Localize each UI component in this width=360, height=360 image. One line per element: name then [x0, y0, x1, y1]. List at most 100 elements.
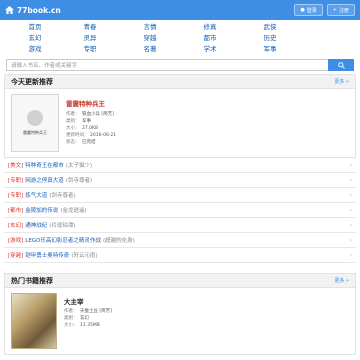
item-tag: [游戏]: [8, 238, 24, 244]
nav-item[interactable]: 历史: [240, 33, 300, 43]
search-icon: [337, 61, 345, 69]
list-item[interactable]: [都市] 金陵加的传说 (金龙逍遥) ›: [4, 203, 356, 218]
item-title[interactable]: 炼气大道: [25, 191, 47, 199]
login-button[interactable]: ● 登录: [294, 4, 323, 16]
category-nav: 首页 青春 言情 修真 武侠 玄幻 灵异 穿越 都市 历史 游戏 专职 名著 学…: [0, 20, 360, 56]
update-list: [美文] 特种奇王在都市 (太子猫少) › [专职] 网游之停真大道 (剑寺尊者) › [专…: [4, 158, 356, 263]
book-cover[interactable]: 雷霆特种兵王: [11, 94, 59, 152]
book-info: 雷霆特种兵王 作者： 铁血小兵 [简芳] 类别： 军事 大小： 27.0KB 更新时间…: [66, 94, 349, 152]
updated-label: 更新时间：: [66, 133, 89, 138]
size-value: 11.35MB: [80, 323, 100, 328]
item-author: (剑寺尊者): [49, 193, 76, 199]
search-input[interactable]: 请输入书名、作者或关键字: [6, 59, 328, 71]
nav-item[interactable]: 学术: [180, 44, 240, 54]
book-cover[interactable]: [11, 293, 57, 349]
item-author: (超越的化身): [102, 238, 135, 244]
item-tag: [穿越]: [8, 253, 24, 259]
nav-item[interactable]: 首页: [0, 22, 60, 32]
item-tag: [专职]: [8, 193, 24, 199]
section-title: 今天更新推荐: [11, 77, 53, 86]
author-value: 铁血小兵 [简芳]: [82, 112, 114, 117]
nav-item[interactable]: 言情: [120, 22, 180, 32]
plus-icon: +: [332, 7, 337, 13]
top-header: 77book.cn ● 登录 + 注册: [0, 0, 360, 20]
nav-item[interactable]: 游戏: [0, 44, 60, 54]
category-value: 军事: [82, 119, 91, 124]
nav-item[interactable]: 修真: [180, 22, 240, 32]
author-label: 作者：: [64, 309, 78, 314]
nav-item[interactable]: 名著: [120, 44, 180, 54]
book-title[interactable]: 大主宰: [64, 296, 349, 306]
category-value: 玄幻: [80, 316, 89, 321]
chevron-right-icon: ›: [349, 191, 352, 199]
section-header: 今天更新推荐 更多 »: [5, 75, 355, 89]
featured-book[interactable]: 大主宰 作者： 天蚕土豆 [简芳] 类别： 玄幻 大小： 11.35MB: [5, 288, 355, 354]
author-value: 天蚕土豆 [简芳]: [80, 309, 112, 314]
size-value: 27.0KB: [82, 126, 99, 131]
chevron-right-icon: ›: [349, 161, 352, 169]
chevron-right-icon: ›: [349, 236, 352, 244]
size-label: 大小：: [64, 323, 78, 328]
book-title[interactable]: 雷霆特种兵王: [66, 98, 349, 108]
cover-text: 雷霆特种兵王: [23, 130, 47, 135]
updated-value: 2016-06-21: [90, 133, 117, 138]
chevron-right-icon: ›: [349, 221, 352, 229]
list-item[interactable]: [专职] 网游之停真大道 (剑寺尊者) ›: [4, 173, 356, 188]
size-label: 大小：: [66, 126, 80, 131]
nav-item[interactable]: 武侠: [240, 22, 300, 32]
item-author: (剑寺尊者): [65, 178, 93, 184]
site-name: 77book.cn: [17, 5, 61, 15]
list-item[interactable]: [美文] 特种奇王在都市 (太子猫少) ›: [4, 158, 356, 173]
register-button[interactable]: + 注册: [326, 4, 355, 16]
item-title[interactable]: 通神战纪: [25, 221, 47, 229]
search-bar: 请输入书名、作者或关键字: [0, 56, 360, 74]
list-item[interactable]: [游戏] LEGO乐高幻影忍者之精灵作战 (超越的化身) ›: [4, 233, 356, 248]
status-value: 已完结: [82, 140, 96, 145]
nav-item[interactable]: 灵异: [60, 33, 120, 43]
more-link[interactable]: 更多 »: [334, 78, 349, 85]
list-item[interactable]: [玄幻] 通神战纪 (玲珑珀潭) ›: [4, 218, 356, 233]
section-title: 热门书籍推荐: [11, 276, 53, 285]
chevron-right-icon: ›: [349, 251, 352, 259]
list-item[interactable]: [穿越] 铠甲勇士奥特传奇 (轩云沁雨) ›: [4, 248, 356, 263]
user-icon: ●: [300, 7, 305, 13]
today-section: 今天更新推荐 更多 » 雷霆特种兵王 雷霆特种兵王 作者： 铁血小兵 [简芳] 类…: [4, 74, 356, 158]
item-author: (太子猫少): [65, 163, 93, 169]
cover-emblem: [27, 110, 43, 126]
chevron-right-icon: ›: [349, 206, 352, 214]
item-tag: [都市]: [8, 208, 24, 214]
item-title[interactable]: 特种奇王在都市: [25, 161, 64, 169]
hot-section: 热门书籍推荐 更多 » 大主宰 作者： 天蚕土豆 [简芳] 类别： 玄幻 大小： 11…: [4, 273, 356, 355]
item-tag: [专职]: [8, 178, 24, 184]
item-author: (轩云沁雨): [71, 253, 98, 259]
site-logo[interactable]: 77book.cn: [5, 6, 61, 15]
nav-item[interactable]: 专职: [60, 44, 120, 54]
nav-item-spacer: [300, 22, 360, 32]
section-header: 热门书籍推荐 更多 »: [5, 274, 355, 288]
book-info: 大主宰 作者： 天蚕土豆 [简芳] 类别： 玄幻 大小： 11.35MB: [64, 293, 349, 349]
item-title[interactable]: 网游之停真大道: [25, 176, 64, 184]
list-item[interactable]: [专职] 炼气大道 (剑寺尊者) ›: [4, 188, 356, 203]
item-title[interactable]: 铠甲勇士奥特传奇: [25, 251, 69, 259]
featured-book[interactable]: 雷霆特种兵王 雷霆特种兵王 作者： 铁血小兵 [简芳] 类别： 军事 大小： 27.0…: [5, 89, 355, 157]
category-label: 类别：: [64, 316, 78, 321]
nav-item[interactable]: 都市: [180, 33, 240, 43]
nav-item[interactable]: 军事: [240, 44, 300, 54]
item-tag: [玄幻]: [8, 223, 24, 229]
nav-item[interactable]: 玄幻: [0, 33, 60, 43]
search-button[interactable]: [328, 59, 354, 71]
item-title[interactable]: LEGO乐高幻影忍者之精灵作战: [25, 236, 101, 244]
status-label: 状态：: [66, 140, 80, 145]
item-title[interactable]: 金陵加的传说: [25, 206, 58, 214]
nav-item[interactable]: 穿越: [120, 33, 180, 43]
item-author: (玲珑珀潭): [49, 223, 76, 229]
home-icon: [5, 6, 14, 14]
category-label: 类别：: [66, 119, 80, 124]
nav-item[interactable]: 青春: [60, 22, 120, 32]
nav-item-spacer: [300, 33, 360, 43]
author-label: 作者：: [66, 112, 80, 117]
chevron-right-icon: ›: [349, 176, 352, 184]
item-tag: [美文]: [8, 163, 24, 169]
item-author: (金龙逍遥): [60, 208, 87, 214]
more-link[interactable]: 更多 »: [334, 277, 349, 284]
